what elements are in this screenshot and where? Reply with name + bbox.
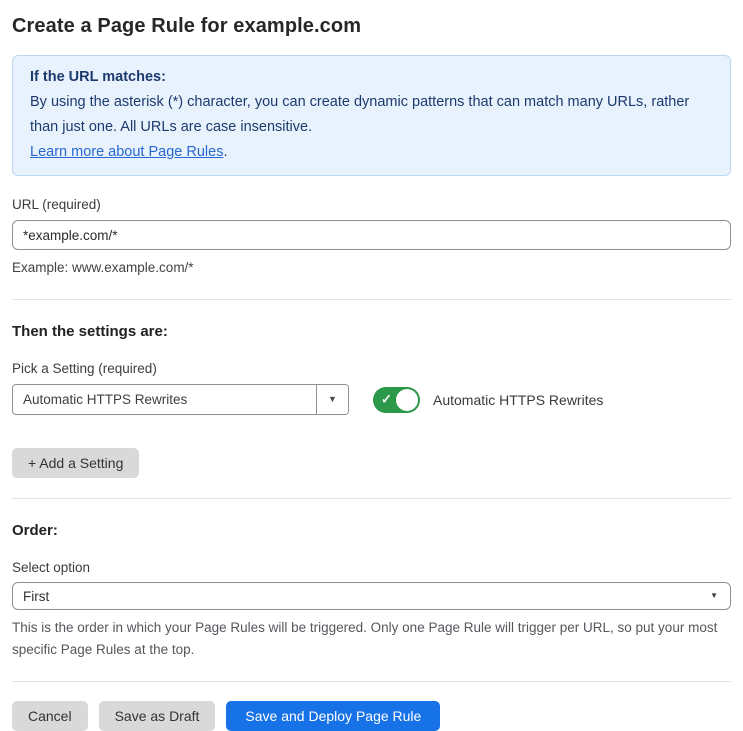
order-section-heading: Order:: [12, 522, 58, 539]
order-select[interactable]: First ▼: [12, 582, 731, 610]
setting-toggle-label: Automatic HTTPS Rewrites: [433, 391, 604, 408]
toggle-knob: [396, 388, 418, 411]
save-deploy-button[interactable]: Save and Deploy Page Rule: [226, 701, 441, 731]
setting-picker-label: Pick a Setting (required): [12, 361, 157, 376]
order-select-label: Select option: [12, 560, 91, 575]
setting-dropdown[interactable]: Automatic HTTPS Rewrites ▼: [12, 384, 349, 415]
setting-toggle[interactable]: ✓: [373, 386, 420, 413]
section-divider: [12, 299, 731, 300]
learn-more-link[interactable]: Learn more about Page Rules: [30, 144, 223, 160]
cancel-button[interactable]: Cancel: [12, 701, 88, 731]
info-box-body: By using the asterisk (*) character, you…: [30, 94, 690, 135]
info-box-link-line: Learn more about Page Rules.: [30, 140, 713, 165]
order-helper-text: This is the order in which your Page Rul…: [12, 620, 718, 657]
footer-actions: Cancel Save as Draft Save and Deploy Pag…: [12, 701, 731, 731]
chevron-down-icon: ▼: [710, 591, 718, 600]
settings-section-heading: Then the settings are:: [12, 323, 168, 340]
info-box-heading: If the URL matches:: [30, 69, 166, 85]
setting-row: Automatic HTTPS Rewrites ▼ ✓ Automatic H…: [12, 384, 731, 415]
chevron-down-icon: ▼: [328, 394, 337, 404]
create-page-rule-form: Create a Page Rule for example.com If th…: [0, 0, 743, 731]
url-field-helper: Example: www.example.com/*: [12, 260, 194, 275]
save-draft-button[interactable]: Save as Draft: [98, 701, 216, 731]
link-suffix: .: [223, 144, 228, 160]
url-match-info-box: If the URL matches: By using the asteris…: [12, 55, 731, 176]
add-setting-button[interactable]: + Add a Setting: [12, 448, 140, 478]
check-icon: ✓: [381, 390, 392, 406]
url-input[interactable]: [12, 220, 731, 250]
setting-dropdown-value: Automatic HTTPS Rewrites: [23, 392, 188, 407]
setting-dropdown-arrow-button[interactable]: ▼: [316, 385, 348, 414]
section-divider: [12, 498, 731, 499]
order-select-value: First: [23, 588, 50, 604]
footer-divider: [12, 681, 731, 682]
url-field-label: URL (required): [12, 197, 101, 212]
page-title: Create a Page Rule for example.com: [12, 15, 362, 37]
